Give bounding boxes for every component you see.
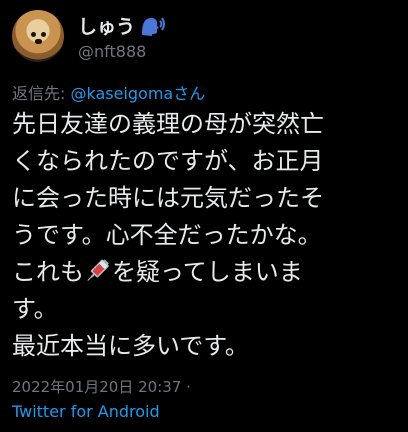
tweet-line: す。 bbox=[12, 295, 58, 323]
reply-prefix: 返信先: bbox=[12, 84, 71, 103]
tweet-text: 先日友達の義理の母が突然亡 くなられたのですが、お正月 に会った時には元気だった… bbox=[12, 106, 404, 365]
name-row: しゅう bbox=[78, 12, 166, 39]
avatar-eye-right bbox=[41, 32, 46, 37]
tweet-text-before-emoji: これも bbox=[12, 258, 84, 286]
reply-mention-link[interactable]: @kaseigoma bbox=[70, 84, 173, 103]
syringe-icon bbox=[84, 257, 112, 285]
avatar[interactable] bbox=[12, 10, 64, 62]
reply-to: 返信先: @kaseigomaさん bbox=[12, 80, 205, 104]
reply-suffix: さん bbox=[173, 84, 206, 103]
tweet-source-link[interactable]: Twitter for Android bbox=[12, 402, 160, 421]
user-handle[interactable]: @nft888 bbox=[78, 42, 146, 61]
tweet-line-with-emoji: これも を疑ってしまいま bbox=[12, 254, 404, 291]
tweet-line: うです。心不全だったかな。 bbox=[12, 221, 322, 249]
tweet-line: に会った時には元気だったそ bbox=[12, 184, 324, 212]
display-name[interactable]: しゅう bbox=[78, 12, 135, 39]
avatar-nose bbox=[35, 39, 42, 44]
tweet-line: 先日友達の義理の母が突然亡 bbox=[12, 110, 324, 138]
tweet-line: くなられたのですが、お正月 bbox=[12, 147, 324, 175]
tweet-line: 最近本当に多いです。 bbox=[12, 332, 249, 360]
speaking-head-icon bbox=[139, 15, 166, 37]
tweet-timestamp[interactable]: 2022年01月20日 20:37 · bbox=[12, 376, 191, 397]
tweet-text-after-emoji: を疑ってしまいま bbox=[112, 258, 303, 286]
avatar-eye-left bbox=[31, 32, 36, 37]
tweet: しゅう @nft888 返信先: @kaseigomaさん 先日友達の義理の母が… bbox=[0, 0, 408, 432]
